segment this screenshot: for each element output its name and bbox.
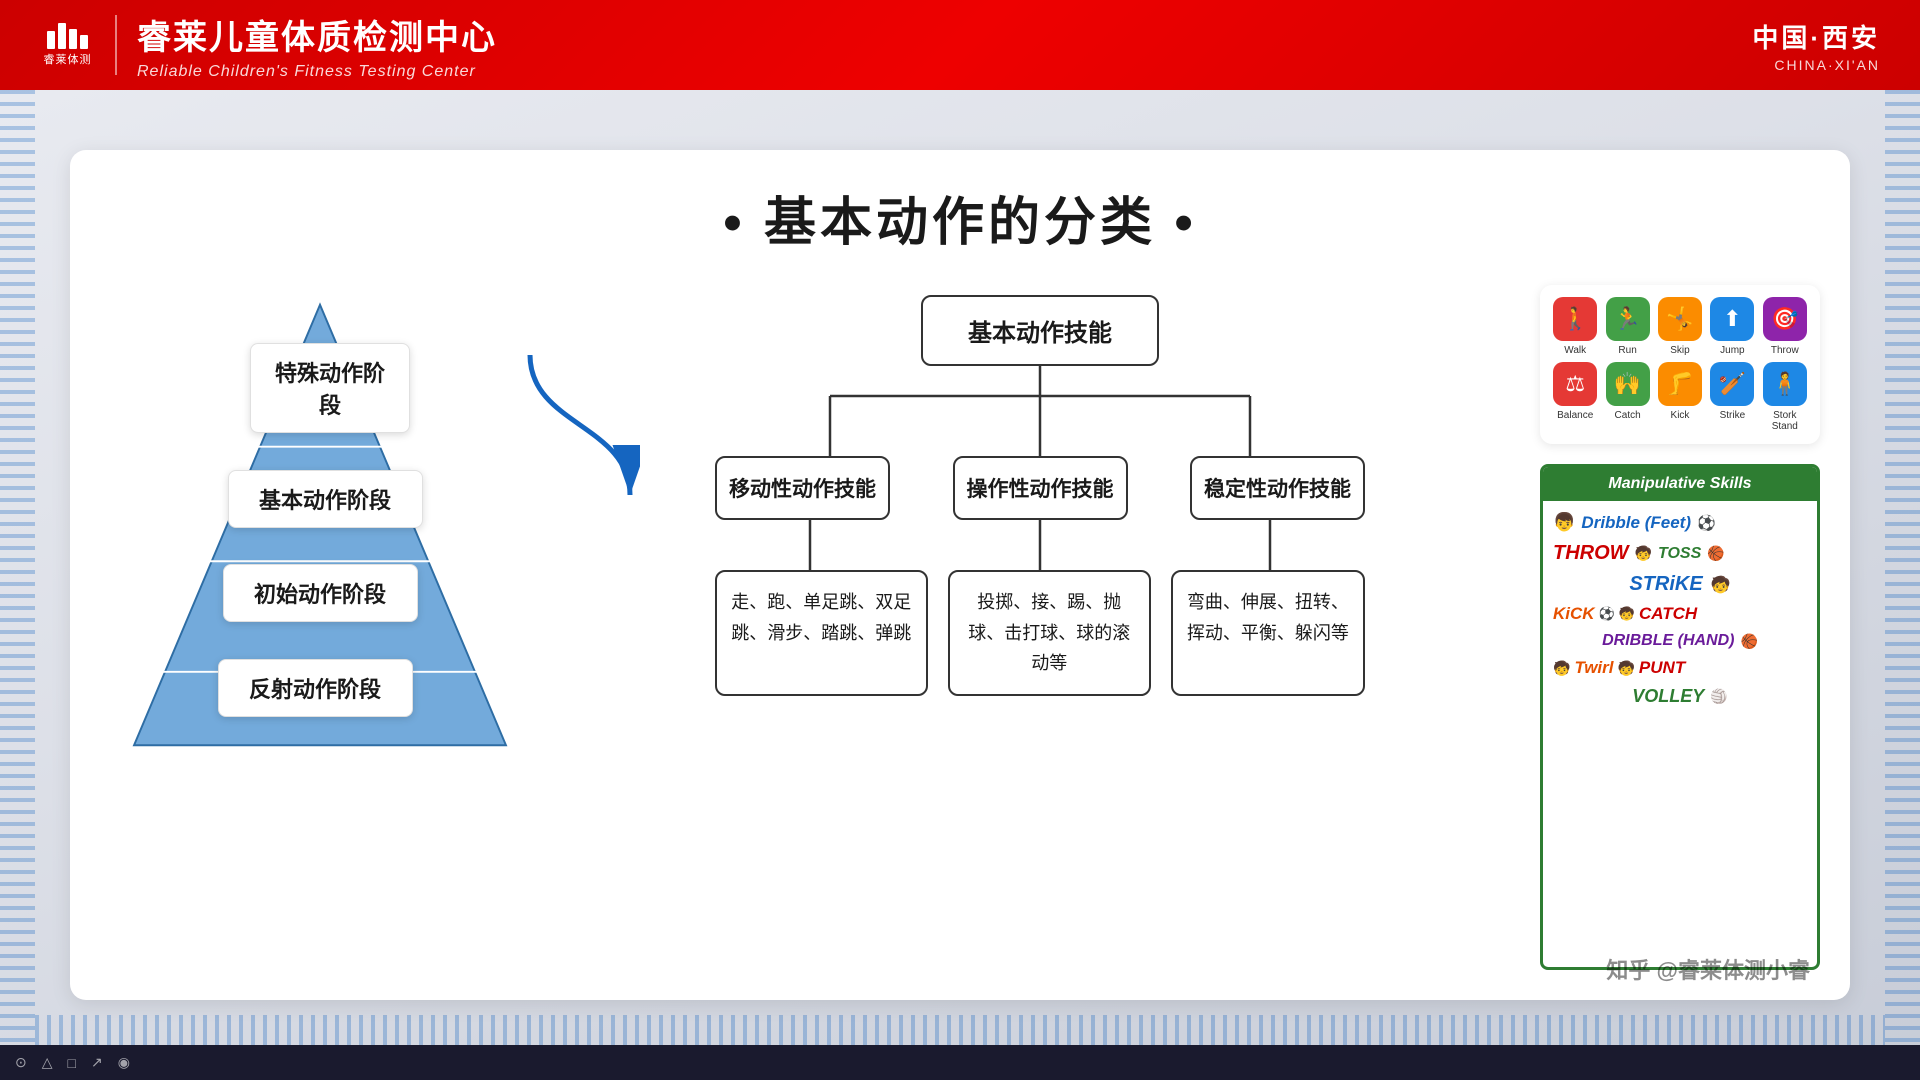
fc-detail-1: 投掷、接、踢、抛球、击打球、球的滚动等 bbox=[948, 570, 1151, 696]
flowchart-section: 基本动作技能 bbox=[570, 285, 1510, 970]
kick-icon: 🦵 bbox=[1658, 362, 1702, 406]
icon-run: 🏃 Run bbox=[1604, 297, 1650, 356]
right-section: 🚶 Walk 🏃 Run 🤸 Skip ⬆ bbox=[1540, 285, 1820, 970]
taskbar: ⊙ △ □ ↗ ◉ bbox=[0, 1045, 1920, 1080]
fc-detail-2: 弯曲、伸展、扭转、挥动、平衡、躲闪等 bbox=[1171, 570, 1365, 696]
white-card: • 基本动作的分类 • bbox=[70, 150, 1850, 1000]
skill-kick: KiCK bbox=[1553, 604, 1595, 624]
location-en: CHINA·XI'AN bbox=[1774, 57, 1880, 73]
skill-punt: PUNT bbox=[1639, 658, 1685, 678]
manip-row-kick-catch: KiCK ⚽ 🧒 CATCH bbox=[1553, 602, 1807, 626]
taskbar-icon-2[interactable]: △ bbox=[42, 1054, 53, 1071]
fc-root-box: 基本动作技能 bbox=[921, 295, 1159, 366]
manip-row-twirl-punt: 🧒 Twirl 🧒 PUNT bbox=[1553, 656, 1807, 680]
run-icon: 🏃 bbox=[1606, 297, 1650, 341]
logo-bar-3 bbox=[69, 29, 77, 49]
icon-jump: ⬆ Jump bbox=[1709, 297, 1755, 356]
manip-skills-body: 👦 Dribble (Feet) ⚽ THROW 🧒 TOSS 🏀 STRiKE bbox=[1543, 501, 1817, 717]
manip-row-strike: STRiKE 🧒 bbox=[1553, 571, 1807, 598]
fc-detail-0: 走、跑、单足跳、双足跳、滑步、踏跳、弹跳 bbox=[715, 570, 928, 696]
header-title-cn: 睿莱儿童体质检测中心 bbox=[137, 10, 497, 59]
deco-left bbox=[0, 90, 35, 1050]
fc-branch-2: 稳定性动作技能 bbox=[1190, 456, 1365, 520]
pyramid-container: 特殊动作阶段 基本动作阶段 初始动作阶段 bbox=[120, 295, 520, 755]
skill-strike: STRiKE bbox=[1629, 573, 1702, 596]
manip-row-dribble-hand: DRIBBLE (HAND) 🏀 bbox=[1553, 630, 1807, 652]
logo-bar-1 bbox=[47, 31, 55, 49]
manip-row-volley: VOLLEY 🏐 bbox=[1553, 684, 1807, 709]
skill-dribble-feet: Dribble (Feet) bbox=[1581, 513, 1691, 533]
skill-volley: VOLLEY bbox=[1632, 686, 1704, 707]
page-title: • 基本动作的分类 • bbox=[100, 180, 1820, 255]
icons-grid: 🚶 Walk 🏃 Run 🤸 Skip ⬆ bbox=[1552, 297, 1808, 432]
activity-icons-card: 🚶 Walk 🏃 Run 🤸 Skip ⬆ bbox=[1540, 285, 1820, 444]
manip-skills-header: Manipulative Skills bbox=[1543, 467, 1817, 501]
pyramid-label-special: 特殊动作阶段 bbox=[250, 343, 410, 433]
manip-row-dribble-feet: 👦 Dribble (Feet) ⚽ bbox=[1553, 509, 1807, 536]
pyramid-label-initial: 初始动作阶段 bbox=[223, 564, 418, 622]
location-cn: 中国·西安 bbox=[1752, 18, 1880, 55]
icon-strike: 🏏 Strike bbox=[1709, 362, 1755, 432]
manip-skills-card: Manipulative Skills 👦 Dribble (Feet) ⚽ T… bbox=[1540, 464, 1820, 970]
content-row: 特殊动作阶段 基本动作阶段 初始动作阶段 bbox=[100, 285, 1820, 970]
skill-twirl: Twirl bbox=[1574, 658, 1613, 678]
skill-catch: CATCH bbox=[1639, 604, 1697, 624]
taskbar-icon-1[interactable]: ⊙ bbox=[15, 1054, 27, 1071]
header-title-box: 睿莱儿童体质检测中心 Reliable Children's Fitness T… bbox=[137, 10, 497, 81]
blue-arrow bbox=[520, 325, 640, 525]
logo-bar-2 bbox=[58, 23, 66, 49]
taskbar-icon-3[interactable]: □ bbox=[68, 1055, 76, 1071]
strike-icon: 🏏 bbox=[1710, 362, 1754, 406]
header-divider bbox=[115, 15, 117, 75]
watermark: 知乎 @睿莱体测小睿 bbox=[1606, 953, 1810, 985]
header-right: 中国·西安 CHINA·XI'AN bbox=[1752, 18, 1880, 73]
icon-skip: 🤸 Skip bbox=[1657, 297, 1703, 356]
pyramid-label-reflex: 反射动作阶段 bbox=[218, 659, 413, 717]
icon-throw: 🎯 Throw bbox=[1762, 297, 1808, 356]
logo-icon: 睿莱体测 bbox=[40, 23, 95, 68]
deco-right bbox=[1885, 90, 1920, 1050]
icon-kick: 🦵 Kick bbox=[1657, 362, 1703, 432]
skip-icon: 🤸 bbox=[1658, 297, 1702, 341]
icon-catch: 🙌 Catch bbox=[1604, 362, 1650, 432]
icon-balance: ⚖ Balance bbox=[1552, 362, 1598, 432]
fc-branch-0: 移动性动作技能 bbox=[715, 456, 890, 520]
throw-icon: 🎯 bbox=[1763, 297, 1807, 341]
branch-boxes-row: 移动性动作技能 操作性动作技能 稳定性动作技能 bbox=[715, 456, 1365, 520]
detail-lines-svg bbox=[715, 520, 1365, 570]
taskbar-icon-5[interactable]: ◉ bbox=[118, 1054, 130, 1071]
logo-bar-4 bbox=[80, 35, 88, 49]
icon-stork-stand: 🧍 Stork Stand bbox=[1762, 362, 1808, 432]
catch-icon: 🙌 bbox=[1606, 362, 1650, 406]
tree-lines-svg bbox=[730, 366, 1350, 456]
header: 睿莱体测 睿莱儿童体质检测中心 Reliable Children's Fitn… bbox=[0, 0, 1920, 90]
logo-box: 睿莱体测 bbox=[40, 23, 95, 68]
balance-icon: ⚖ bbox=[1553, 362, 1597, 406]
taskbar-icon-4[interactable]: ↗ bbox=[91, 1054, 103, 1071]
skill-toss: TOSS bbox=[1658, 545, 1701, 563]
detail-boxes-row: 走、跑、单足跳、双足跳、滑步、踏跳、弹跳 投掷、接、踢、抛球、击打球、球的滚动等… bbox=[715, 570, 1365, 696]
flowchart-tree: 基本动作技能 bbox=[570, 285, 1510, 696]
header-left: 睿莱体测 睿莱儿童体质检测中心 Reliable Children's Fitn… bbox=[40, 10, 497, 81]
skill-dribble-hand: DRIBBLE (HAND) bbox=[1602, 632, 1734, 650]
walk-icon: 🚶 bbox=[1553, 297, 1597, 341]
logo-bars bbox=[47, 23, 88, 49]
pyramid-section: 特殊动作阶段 基本动作阶段 初始动作阶段 bbox=[100, 285, 540, 970]
pyramid-label-basic: 基本动作阶段 bbox=[228, 470, 423, 528]
pyramid-labels: 特殊动作阶段 基本动作阶段 初始动作阶段 bbox=[120, 295, 520, 755]
jump-icon: ⬆ bbox=[1710, 297, 1754, 341]
icon-walk: 🚶 Walk bbox=[1552, 297, 1598, 356]
manip-row-throw-toss: THROW 🧒 TOSS 🏀 bbox=[1553, 540, 1807, 567]
stork-stand-icon: 🧍 bbox=[1763, 362, 1807, 406]
logo-text: 睿莱体测 bbox=[44, 51, 92, 67]
header-title-en: Reliable Children's Fitness Testing Cent… bbox=[137, 63, 497, 81]
fc-branch-1: 操作性动作技能 bbox=[953, 456, 1128, 520]
main-content: • 基本动作的分类 • bbox=[0, 90, 1920, 1050]
skill-throw: THROW bbox=[1553, 542, 1629, 565]
